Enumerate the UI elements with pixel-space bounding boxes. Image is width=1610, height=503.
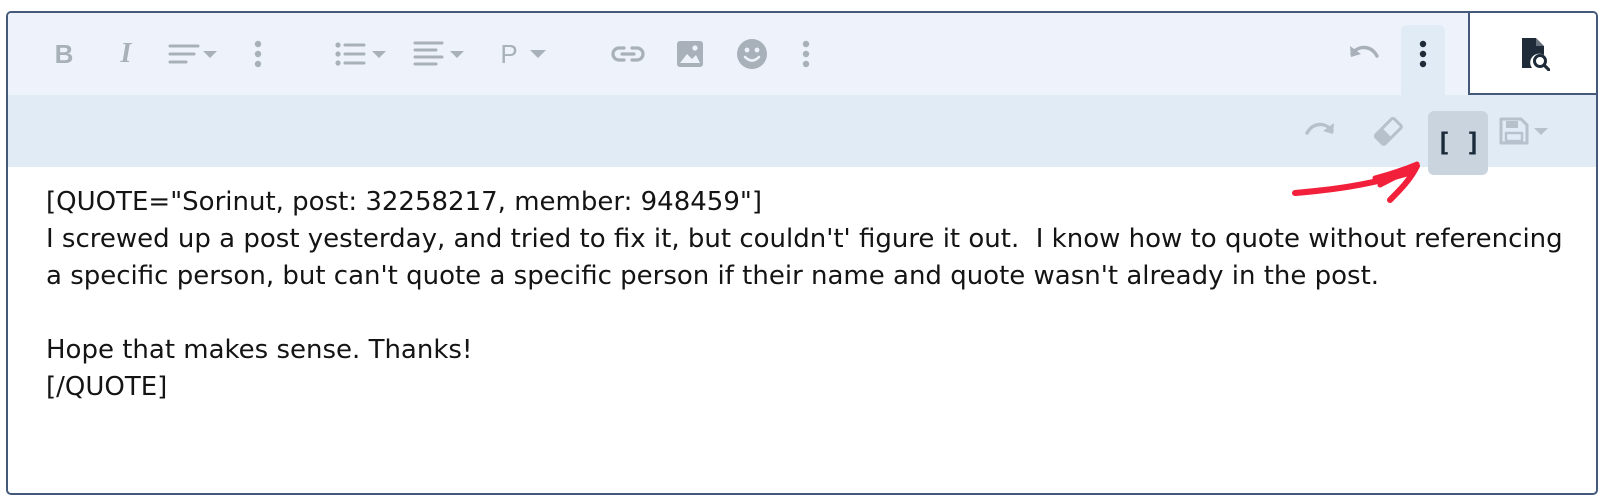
bold-icon: B	[54, 38, 74, 69]
undo-button[interactable]	[1344, 13, 1384, 95]
bold-button[interactable]: B	[46, 13, 82, 95]
chevron-down-icon	[529, 50, 546, 58]
align-left-icon	[413, 41, 464, 66]
more-text-options-button[interactable]	[246, 13, 270, 95]
paragraph-format-dropdown[interactable]: P	[494, 13, 554, 95]
insert-image-button[interactable]	[672, 13, 708, 95]
link-icon	[611, 46, 645, 62]
redo-icon	[1305, 122, 1334, 135]
list-dropdown[interactable]	[332, 13, 392, 95]
more-vertical-icon	[1419, 40, 1427, 68]
document-search-icon	[1522, 38, 1550, 71]
save-icon	[1499, 117, 1548, 145]
toggle-bbcode-button[interactable]: [ ]	[1428, 111, 1488, 175]
more-vertical-icon	[254, 40, 262, 68]
preview-toolbar-cell	[1468, 13, 1596, 95]
italic-icon: I	[120, 38, 132, 69]
redo-button[interactable]	[1296, 101, 1344, 161]
remove-formatting-button[interactable]	[1364, 101, 1412, 161]
insert-link-button[interactable]	[608, 13, 648, 95]
undo-icon	[1350, 45, 1379, 58]
italic-button[interactable]: I	[108, 13, 144, 95]
paragraph-icon: P	[500, 38, 518, 69]
editor-toolbar-secondary	[8, 95, 1596, 167]
image-icon	[677, 41, 703, 67]
text-style-dropdown[interactable]	[162, 13, 226, 95]
eraser-icon	[1373, 116, 1403, 146]
editor-content[interactable]: [QUOTE="Sorinut, post: 32258217, member:…	[46, 184, 1566, 406]
more-insert-options-button[interactable]	[794, 13, 818, 95]
more-actions-button[interactable]	[1411, 13, 1435, 95]
insert-emoji-button[interactable]	[732, 13, 772, 95]
preview-button[interactable]	[1470, 13, 1596, 95]
list-icon	[335, 42, 386, 66]
smiley-icon	[737, 39, 767, 69]
more-vertical-icon	[802, 40, 810, 68]
brackets-icon: [ ]	[1436, 128, 1481, 158]
align-dropdown[interactable]	[410, 13, 470, 95]
drafts-dropdown[interactable]	[1494, 101, 1556, 161]
text-lines-icon	[168, 44, 217, 64]
